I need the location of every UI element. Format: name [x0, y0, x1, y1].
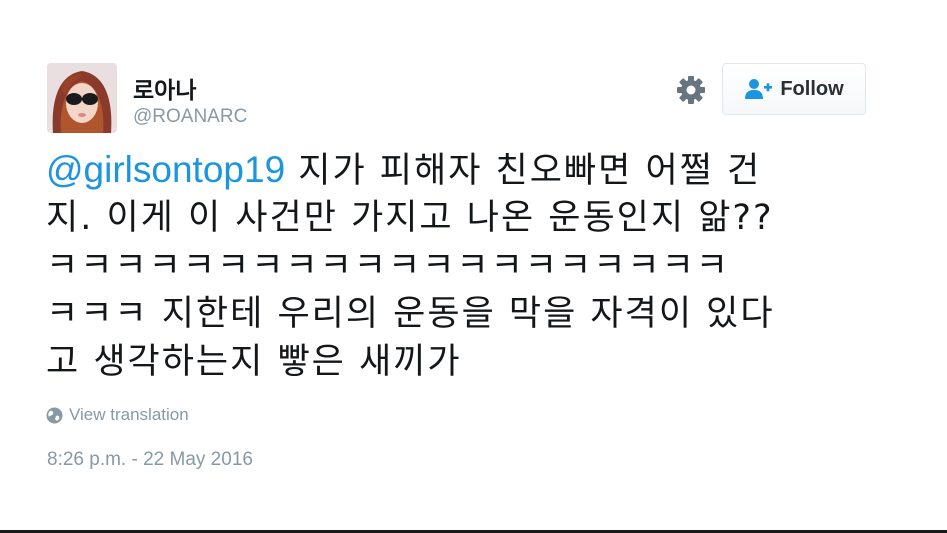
tweet-line: 고 생각하는지 빻은 새끼가 [46, 342, 462, 382]
avatar-image [47, 63, 117, 133]
gear-icon[interactable] [675, 74, 707, 106]
tweet-line: 지. 이게 이 사건만 가지고 나온 운동인지 앎?? [46, 198, 774, 238]
follow-button[interactable]: Follow [722, 63, 866, 115]
tweet-card: 로아나 @ROANARC Follow @girlsontop19 지가 피해자… [0, 0, 947, 533]
mention-link[interactable]: @girlsontop19 [46, 149, 285, 190]
tweet-line: ㅋㅋㅋㅋㅋㅋㅋㅋㅋㅋㅋㅋㅋㅋㅋㅋㅋㅋㅋㅋ [46, 246, 731, 286]
globe-icon [46, 407, 63, 424]
tweet-line: ㅋㅋㅋ 지한테 우리의 운동을 막을 자격이 있다 [46, 294, 775, 334]
avatar[interactable] [47, 63, 117, 133]
tweet-timestamp[interactable]: 8:26 p.m. - 22 May 2016 [47, 449, 253, 471]
view-translation-link[interactable]: View translation [46, 405, 189, 425]
add-user-icon [744, 78, 773, 100]
display-name[interactable]: 로아나 [133, 71, 196, 105]
follow-label: Follow [780, 77, 844, 100]
username[interactable]: @ROANARC [133, 106, 247, 128]
view-translation-label: View translation [69, 405, 189, 424]
tweet-line: @girlsontop19 지가 피해자 친오빠면 어쩔 건 [46, 146, 906, 194]
tweet-text: @girlsontop19 지가 피해자 친오빠면 어쩔 건 지. 이게 이 사… [46, 146, 906, 386]
tweet-line-text: 지가 피해자 친오빠면 어쩔 건 [285, 151, 762, 191]
